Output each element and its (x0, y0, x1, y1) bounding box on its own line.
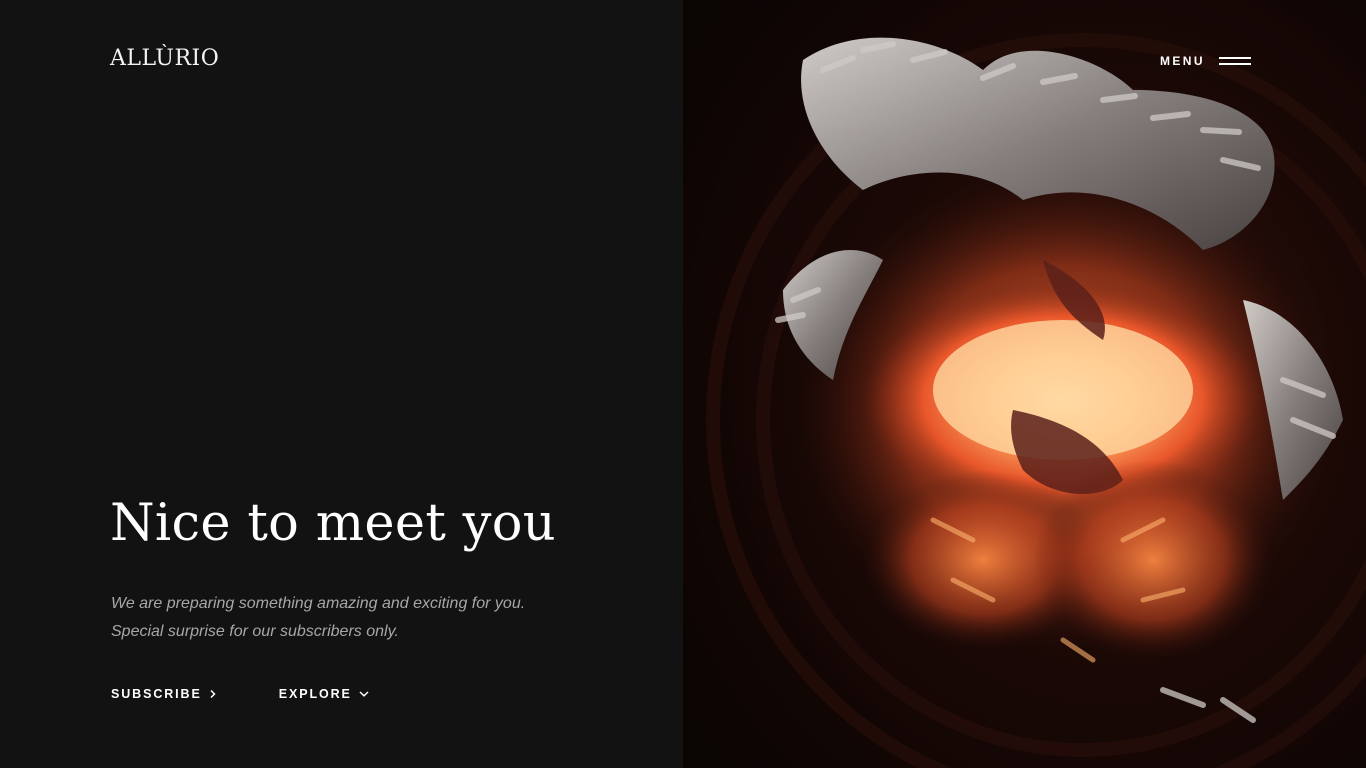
menu-label: MENU (1160, 54, 1205, 68)
explore-button[interactable]: EXPLORE (279, 684, 370, 704)
fiery-sculpture-artwork (683, 0, 1366, 768)
page-title: Nice to meet you (110, 494, 556, 553)
menu-button[interactable]: MENU (1160, 50, 1251, 72)
hamburger-icon (1218, 57, 1251, 65)
chevron-down-icon (358, 689, 370, 699)
subscribe-label: SUBSCRIBE (111, 687, 202, 701)
subscribe-button[interactable]: SUBSCRIBE (111, 684, 218, 704)
chevron-right-icon (208, 689, 218, 699)
hero-actions: SUBSCRIBE EXPLORE (111, 684, 370, 704)
intro-panel: ALLÙRIO Nice to meet you We are preparin… (0, 0, 683, 768)
hero-visual (683, 0, 1366, 768)
tagline: We are preparing something amazing and e… (111, 595, 526, 640)
page: ALLÙRIO Nice to meet you We are preparin… (0, 0, 1366, 768)
logo[interactable]: ALLÙRIO (110, 44, 219, 74)
explore-label: EXPLORE (278, 687, 352, 701)
